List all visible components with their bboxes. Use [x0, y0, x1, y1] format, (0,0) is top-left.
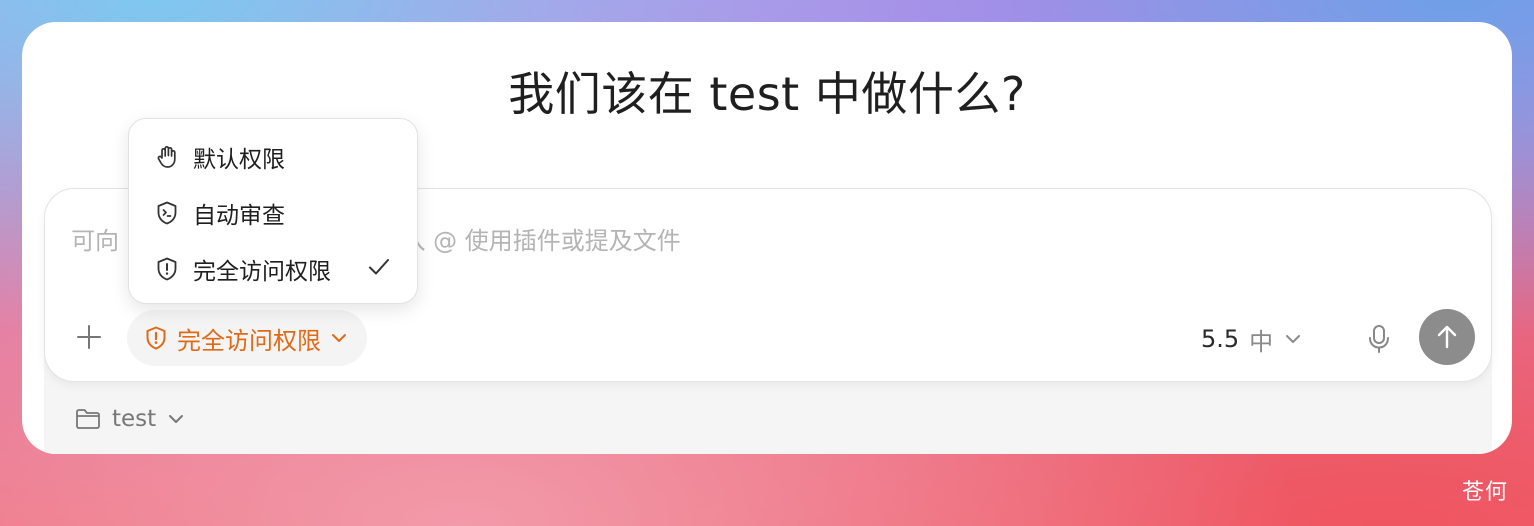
model-version: 5.5	[1201, 325, 1240, 353]
menu-item-full-access[interactable]: 完全访问权限	[153, 249, 331, 289]
chevron-down-icon	[169, 415, 184, 423]
permission-select-button[interactable]: 完全访问权限	[127, 310, 367, 366]
microphone-icon	[1369, 325, 1389, 353]
menu-item-auto-review[interactable]: 自动审查	[153, 193, 285, 233]
plus-icon	[77, 325, 101, 349]
send-button[interactable]	[1419, 309, 1475, 365]
add-button[interactable]	[69, 317, 109, 357]
hand-icon	[153, 143, 181, 171]
arrow-up-icon	[1437, 325, 1457, 349]
folder-icon	[76, 409, 100, 429]
microphone-button[interactable]	[1359, 319, 1399, 359]
shield-alert-icon	[153, 255, 181, 283]
model-level: 中	[1249, 327, 1274, 356]
chevron-down-icon	[332, 334, 346, 342]
shield-terminal-icon	[153, 199, 181, 227]
page-title: 我们该在 test 中做什么?	[508, 67, 1026, 121]
chevron-down-icon	[1286, 335, 1301, 343]
watermark: 苍何	[1462, 480, 1509, 505]
app-window: 我们该在 test 中做什么? 可向 Codex 提出任何要求，输入 @ 使用插…	[22, 22, 1512, 454]
model-select[interactable]: 5.5 中	[1201, 317, 1303, 361]
menu-item-default-permission[interactable]: 默认权限	[153, 137, 285, 177]
permission-menu: 默认权限 自动审查 完全访问权限	[128, 118, 418, 304]
permission-chip-label: 完全访问权限	[177, 326, 321, 355]
project-select[interactable]: test	[74, 406, 186, 432]
shield-alert-icon	[146, 326, 166, 350]
menu-item-label: 默认权限	[193, 147, 285, 173]
menu-item-label: 自动审查	[193, 203, 285, 229]
checkmark-icon	[369, 259, 389, 275]
menu-item-label: 完全访问权限	[193, 259, 331, 285]
project-name: test	[112, 406, 157, 432]
